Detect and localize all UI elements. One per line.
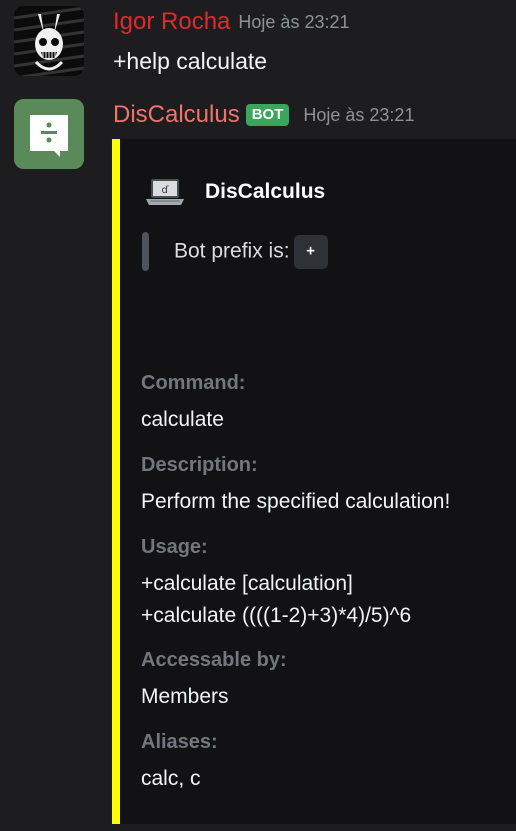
help-embed: ɗ DisCalculus Bot prefix is: + Command: c… — [112, 139, 516, 824]
division-icon — [14, 99, 84, 169]
quote-label: Bot prefix is: — [174, 239, 290, 263]
field-value-access: Members — [141, 685, 229, 708]
field-value-description: Perform the specified calculation! — [141, 490, 451, 513]
user-avatar[interactable] — [14, 6, 84, 76]
quote-text: Bot prefix is: + — [174, 234, 328, 269]
field-value-usage-line-2: +calculate ((((1-2)+3)*4)/5)^6 — [141, 604, 412, 627]
field-name-usage: Usage: — [141, 536, 208, 558]
skull-rabbit-icon — [14, 6, 84, 76]
field-value-aliases: calc, c — [141, 767, 201, 790]
author-name[interactable]: DisCalculus — [113, 101, 240, 128]
svg-text:ɗ: ɗ — [162, 185, 170, 196]
field-value-command: calculate — [141, 408, 224, 431]
field-name-aliases: Aliases: — [141, 731, 218, 753]
prefix-quote: Bot prefix is: + — [142, 232, 328, 271]
field-name-description: Description: — [141, 454, 258, 476]
bot-message-header: DisCalculus BOT Hoje às 23:21 — [113, 101, 414, 129]
quote-bar — [142, 232, 149, 271]
author-name[interactable]: Igor Rocha — [113, 8, 230, 35]
timestamp: Hoje às 23:21 — [238, 11, 350, 32]
user-message-header: Igor Rocha Hoje às 23:21 — [113, 8, 349, 36]
timestamp: Hoje às 23:21 — [303, 104, 415, 125]
bot-tag: BOT — [245, 104, 290, 126]
prefix-code: + — [293, 234, 328, 269]
embed-author: ɗ DisCalculus — [145, 177, 325, 207]
laptop-icon: ɗ — [146, 179, 184, 205]
message-content: +help calculate — [113, 48, 268, 74]
field-name-access: Accessable by: — [141, 649, 287, 671]
field-name-command: Command: — [141, 372, 246, 394]
embed-author-name[interactable]: DisCalculus — [205, 180, 325, 204]
bot-avatar[interactable] — [14, 99, 84, 169]
field-value-usage-line-1: +calculate [calculation] — [141, 572, 353, 595]
